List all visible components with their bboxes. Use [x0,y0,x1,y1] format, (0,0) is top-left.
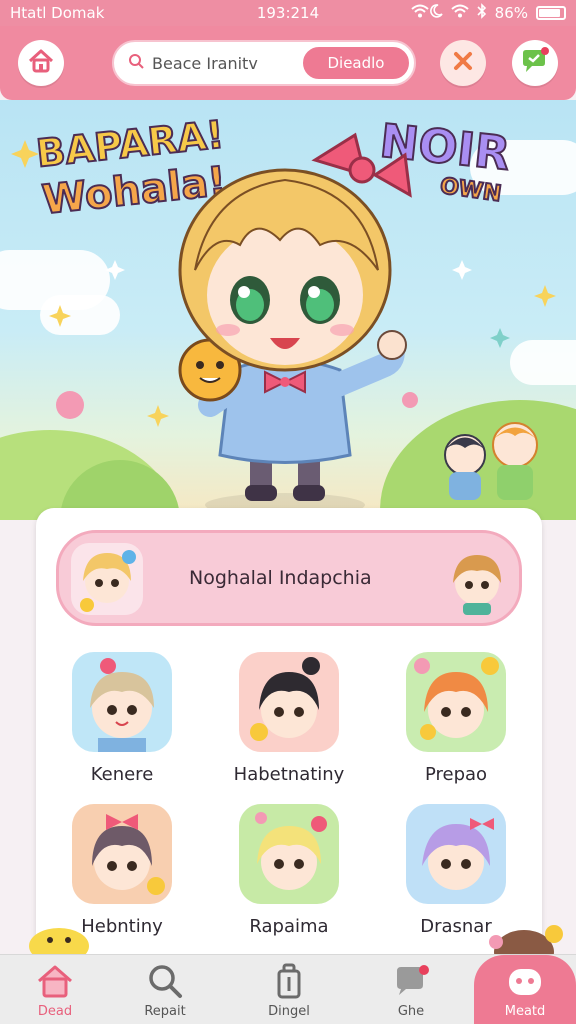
featured-banner[interactable]: Noghalal Indapchia [56,530,522,626]
category-label: Prepao [424,764,488,785]
nav-item-home[interactable]: Dead [0,955,110,1024]
house-icon [35,963,75,1003]
featured-title: Noghalal Indapchia [189,567,372,589]
chat-bubble-icon [392,963,432,1003]
clock: 193:214 [256,4,320,22]
nav-item-chat[interactable]: Ghe [356,955,466,1024]
category-avatar [406,804,506,904]
hero-banner: BAPARA! Wohala! NOIR OWN [0,100,576,520]
category-avatar [239,804,339,904]
close-button[interactable] [440,40,486,86]
search-action-button[interactable]: Dieadlo [301,45,411,81]
home-button[interactable] [18,40,64,86]
category-label: Kenere [90,764,154,785]
category-item[interactable]: Habetnatiny [219,652,359,785]
nav-label-home: Dead [37,1004,73,1019]
trash-icon [270,963,308,1003]
chat-icon [520,47,550,79]
bottom-navigation: Dead Repait Dingel Ghe Meatd [0,954,576,1024]
content-panel: Noghalal Indapchia Kenere Habetnatiny Pr… [36,508,542,958]
battery-icon [536,6,566,20]
nav-label-search: Repait [144,1004,186,1019]
category-item[interactable]: Drasnar [386,804,526,937]
chat-button[interactable] [512,40,558,86]
category-avatar [239,652,339,752]
search-icon [146,963,184,1003]
home-icon [27,47,55,79]
nav-item-search[interactable]: Repait [110,955,220,1024]
profile-icon [506,965,544,1003]
category-avatar [406,652,506,752]
featured-avatar-left [71,543,143,615]
category-item[interactable]: Prepao [386,652,526,785]
search-icon [128,53,144,73]
nav-label-profile: Meatd [504,1004,546,1019]
side-characters-illustration [444,422,538,500]
nav-item-profile[interactable]: Meatd [474,955,576,1024]
close-icon [452,50,474,76]
peek-character-decoration [489,925,563,956]
nav-label-chat: Ghe [397,1004,425,1019]
category-avatar [72,804,172,904]
status-bar: Htatl Domak 193:214 86% [0,0,576,26]
mascot-character-illustration [178,132,412,517]
top-app-bar: Beace Iranitv Dieadlo [0,26,576,100]
category-item[interactable]: Rapaima [219,804,359,937]
featured-avatar-right [441,543,513,615]
search-bar[interactable]: Beace Iranitv Dieadlo [112,40,416,86]
chick-decoration [29,928,89,958]
category-label: Rapaima [249,916,329,937]
category-avatar [72,652,172,752]
nav-item-dingel[interactable]: Dingel [234,955,344,1024]
category-item[interactable]: Kenere [52,652,192,785]
nav-label-dingel: Dingel [268,1004,310,1019]
category-label: Habetnatiny [233,764,345,785]
